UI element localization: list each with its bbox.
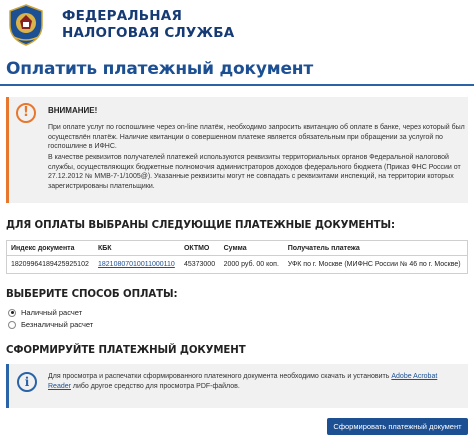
info-text: Для просмотра и распечатки сформированно… [48,372,460,392]
kbk-link[interactable]: 18210807010011000110 [98,261,175,268]
agency-name-line2: НАЛОГОВАЯ СЛУЖБА [62,25,235,41]
agency-name-line1: ФЕДЕРАЛЬНАЯ [62,8,183,24]
info-icon: i [17,372,37,392]
warning-paragraph: При оплате услуг по госпошлине через on-… [48,124,465,151]
document-index-cell: 18209964189425925102 [11,261,89,268]
sum-cell: 2000 руб. 00 коп. [223,261,279,268]
column-header: КБК [94,240,180,256]
payment-method-heading: ВЫБЕРИТЕ СПОСОБ ОПЛАТЫ: [6,289,178,300]
recipient-cell: УФК по г. Москве (МИФНС России № 46 по г… [287,261,461,268]
payment-option-label: Наличный расчет [21,308,83,317]
warning-paragraph: В качестве реквизитов получателей платеж… [48,154,461,190]
radio-button-checked[interactable] [8,308,16,317]
payment-option-cash[interactable]: Наличный расчет [8,308,82,317]
kbk-cell: 18210807010011000110 [94,256,180,274]
docs-section-heading: ДЛЯ ОПЛАТЫ ВЫБРАНЫ СЛЕДУЮЩИЕ ПЛАТЕЖНЫЕ Д… [6,220,395,231]
column-header: ОКТМО [179,240,220,256]
payment-documents-table: Индекс документа КБК ОКТМО Сумма Получат… [6,240,468,274]
column-header: Сумма [219,240,284,256]
generate-document-button[interactable]: Сформировать платежный документ [327,418,468,435]
payment-option-label: Безналичный расчет [21,320,94,329]
fns-emblem-icon[interactable] [6,3,46,47]
info-panel: i Для просмотра и распечатки сформирован… [6,364,468,408]
warning-title: ВНИМАНИЕ! [48,106,98,115]
agency-name: ФЕДЕРАЛЬНАЯ НАЛОГОВАЯ СЛУЖБА [62,8,234,42]
column-header: Индекс документа [6,240,94,256]
table-header-row: Индекс документа КБК ОКТМО Сумма Получат… [6,240,468,256]
column-header: Получатель платежа [283,240,468,256]
site-header: ФЕДЕРАЛЬНАЯ НАЛОГОВАЯ СЛУЖБА [0,0,474,50]
radio-button[interactable] [8,320,16,329]
table-row: 18209964189425925102 1821080701001100011… [7,256,468,274]
info-text-after: либо другое средство для просмотра PDF-ф… [70,383,240,390]
payment-option-cashless[interactable]: Безналичный расчет [8,320,93,329]
title-divider [0,84,474,86]
info-text-before: Для просмотра и распечатки сформированно… [48,373,392,380]
exclamation-icon: ! [16,103,36,123]
warning-panel: ! ВНИМАНИЕ! При оплате услуг по госпошли… [6,97,468,203]
oktmo-cell: 45373000 [183,261,216,268]
page-title: Оплатить платежный документ [6,59,313,79]
form-section-heading: СФОРМИРУЙТЕ ПЛАТЕЖНЫЙ ДОКУМЕНТ [6,345,246,356]
